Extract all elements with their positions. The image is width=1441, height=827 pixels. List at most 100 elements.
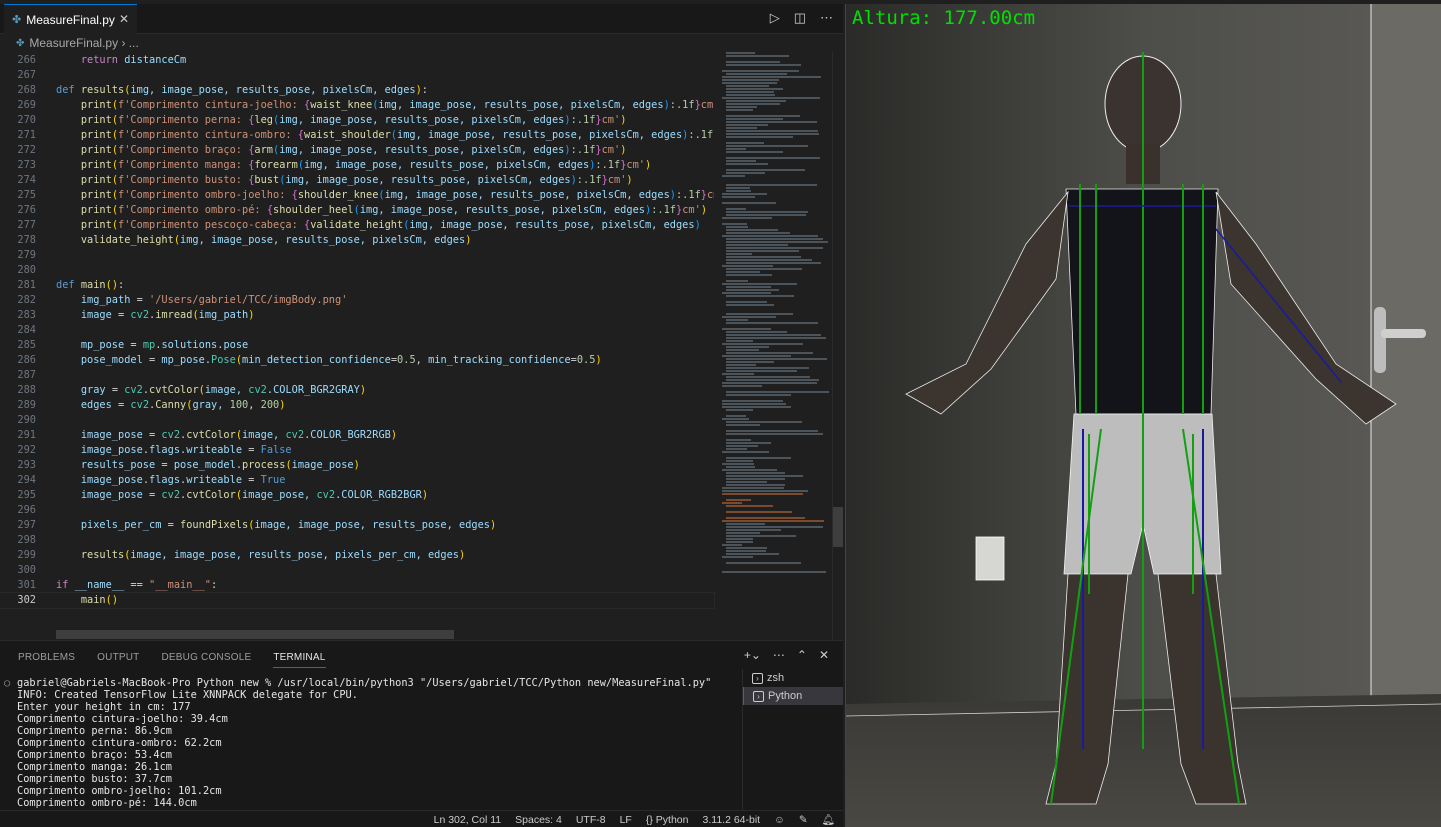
editor-tab[interactable]: ✤ MeasureFinal.py ✕ xyxy=(4,4,137,34)
code-line[interactable]: 276 print(f'Comprimento ombro-pé: {shoul… xyxy=(0,203,714,218)
run-icon[interactable]: ▷ xyxy=(770,10,780,26)
vertical-scrollbar[interactable] xyxy=(832,52,843,640)
code-line[interactable]: 295 image_pose = cv2.cvtColor(image_pose… xyxy=(0,488,714,503)
code-line[interactable]: 274 print(f'Comprimento busto: {bust(img… xyxy=(0,173,714,188)
terminal-line-text: Comprimento braço: 53.4cm xyxy=(17,749,172,761)
code-line[interactable]: 268 def results(img, image_pose, results_… xyxy=(0,83,714,98)
code-line[interactable]: 290 xyxy=(0,413,714,428)
cursor-position[interactable]: Ln 302, Col 11 xyxy=(434,814,502,826)
code-lines[interactable]: 266 return distanceCm 267 268 def results(i… xyxy=(0,53,715,609)
code-line[interactable]: 277 print(f'Comprimento pescoço-cabeça: … xyxy=(0,218,714,233)
code-line[interactable]: 281 def main(): xyxy=(0,278,714,293)
indentation[interactable]: Spaces: 4 xyxy=(515,814,562,826)
code-line[interactable]: 271 print(f'Comprimento cintura-ombro: {… xyxy=(0,128,714,143)
code-line[interactable]: 293 results_pose = pose_model.process(im… xyxy=(0,458,714,473)
more-actions-icon[interactable]: ⋯ xyxy=(820,10,833,26)
code-line[interactable]: 267 xyxy=(0,68,714,83)
editor-tab-label: MeasureFinal.py xyxy=(26,12,115,27)
code-token: cv2 xyxy=(124,384,143,396)
tab-debug-console[interactable]: DEBUG CONSOLE xyxy=(161,652,251,663)
tab-problems[interactable]: PROBLEMS xyxy=(18,652,75,663)
code-line[interactable]: 269 print(f'Comprimento cintura-joelho: … xyxy=(0,98,714,113)
line-number: 292 xyxy=(17,444,36,456)
terminal-line: ○Comprimento manga: 26.1cm xyxy=(4,761,739,773)
code-token: = xyxy=(130,294,150,306)
minimap-line xyxy=(726,448,747,450)
breadcrumb-file[interactable]: MeasureFinal.py xyxy=(29,36,118,50)
code-line[interactable]: 297 pixels_per_cm = foundPixels(image, i… xyxy=(0,518,714,533)
feedback-icon[interactable]: ✎ xyxy=(799,814,808,826)
code-line[interactable]: 284 xyxy=(0,323,714,338)
code-line[interactable]: 270 print(f'Comprimento perna: {leg(img,… xyxy=(0,113,714,128)
code-line[interactable]: 302 main() xyxy=(0,592,715,609)
tab-terminal[interactable]: TERMINAL xyxy=(273,652,326,668)
end-of-line[interactable]: LF xyxy=(620,814,632,826)
tab-output[interactable]: OUTPUT xyxy=(97,652,139,663)
code-token: print xyxy=(80,159,112,171)
code-line[interactable]: 266 return distanceCm xyxy=(0,53,714,68)
code-line[interactable]: 301 if __name__ == "__main__": xyxy=(0,578,714,593)
code-line[interactable]: 289 edges = cv2.Canny(gray, 100, 200) xyxy=(0,398,714,413)
code-line[interactable]: 272 print(f'Comprimento braço: {arm(img,… xyxy=(0,143,714,158)
python-interpreter[interactable]: 3.11.2 64-bit xyxy=(703,814,761,826)
vertical-scrollbar-thumb[interactable] xyxy=(833,507,843,547)
terminal-line: ○Comprimento cintura-ombro: 62.2cm xyxy=(4,737,739,749)
minimap-line xyxy=(726,61,780,63)
code-line[interactable]: 279 xyxy=(0,248,714,263)
minimap-line xyxy=(726,346,769,348)
code-line[interactable]: 285 mp_pose = mp.solutions.pose xyxy=(0,338,714,353)
minimap-line xyxy=(722,490,808,492)
code-token: f'Comprimento cintura-ombro: xyxy=(118,129,298,141)
close-panel-icon[interactable]: ✕ xyxy=(819,648,829,662)
terminal-line: ○Comprimento busto: 37.7cm xyxy=(4,773,739,785)
minimap-line xyxy=(726,64,801,66)
code-token: mp xyxy=(142,339,156,351)
horizontal-scrollbar-thumb[interactable] xyxy=(56,630,454,639)
terminal-item-zsh[interactable]: › zsh xyxy=(743,669,843,687)
code-line[interactable]: 273 print(f'Comprimento manga: {forearm(… xyxy=(0,158,714,173)
line-number: 272 xyxy=(17,144,36,156)
code-line[interactable]: 298 xyxy=(0,533,714,548)
close-icon[interactable]: ✕ xyxy=(119,12,129,26)
line-number: 277 xyxy=(17,219,36,231)
code-editor[interactable]: 266 return distanceCm 267 268 def results(i… xyxy=(0,52,843,640)
terminal-item-python[interactable]: › Python xyxy=(743,687,843,705)
maximize-panel-icon[interactable]: ⌃ xyxy=(797,648,807,662)
language-mode[interactable]: {} Python xyxy=(646,814,689,826)
breadcrumb-more[interactable]: ... xyxy=(129,36,139,50)
minimap-line xyxy=(726,157,820,159)
minimap-line xyxy=(726,349,759,351)
minimap[interactable] xyxy=(722,52,832,640)
copilot-icon[interactable]: ☺ xyxy=(774,814,785,826)
code-line[interactable]: 282 img_path = '/Users/gabriel/TCC/imgBo… xyxy=(0,293,714,308)
more-actions-icon[interactable]: ⋯ xyxy=(773,648,785,662)
notifications-icon[interactable]: 🔔︎ xyxy=(822,813,835,826)
code-line[interactable]: 287 xyxy=(0,368,714,383)
code-line[interactable]: 275 print(f'Comprimento ombro-joelho: {s… xyxy=(0,188,714,203)
code-line[interactable]: 278 validate_height(img, image_pose, res… xyxy=(0,233,714,248)
line-number: 267 xyxy=(17,69,36,81)
code-line[interactable]: 283 image = cv2.imread(img_path) xyxy=(0,308,714,323)
minimap-line xyxy=(726,319,748,321)
new-terminal-icon[interactable]: +⌄ xyxy=(744,648,761,662)
code-line[interactable]: 300 xyxy=(0,563,714,578)
code-line[interactable]: 286 pose_model = mp_pose.Pose(min_detect… xyxy=(0,353,714,368)
minimap-line xyxy=(726,484,785,486)
python-file-icon: ✤ xyxy=(12,14,22,26)
code-line[interactable]: 292 image_pose.flags.writeable = False xyxy=(0,443,714,458)
line-number: 279 xyxy=(17,249,36,261)
code-line[interactable]: 280 xyxy=(0,263,714,278)
code-line[interactable]: 294 image_pose.flags.writeable = True xyxy=(0,473,714,488)
code-line[interactable]: 291 image_pose = cv2.cvtColor(image, cv2… xyxy=(0,428,714,443)
terminal-output[interactable]: ○ gabriel@Gabriels-MacBook-Pro Python new… xyxy=(4,677,739,809)
code-line[interactable]: 296 xyxy=(0,503,714,518)
code-line[interactable]: 299 results(image, image_pose, results_p… xyxy=(0,548,714,563)
encoding[interactable]: UTF-8 xyxy=(576,814,606,826)
code-line[interactable]: 288 gray = cv2.cvtColor(image, cv2.COLOR… xyxy=(0,383,714,398)
code-token: cm' xyxy=(601,144,621,156)
split-editor-icon[interactable]: ◫ xyxy=(794,10,806,26)
code-token: results xyxy=(80,549,125,561)
code-token: = xyxy=(142,489,162,501)
